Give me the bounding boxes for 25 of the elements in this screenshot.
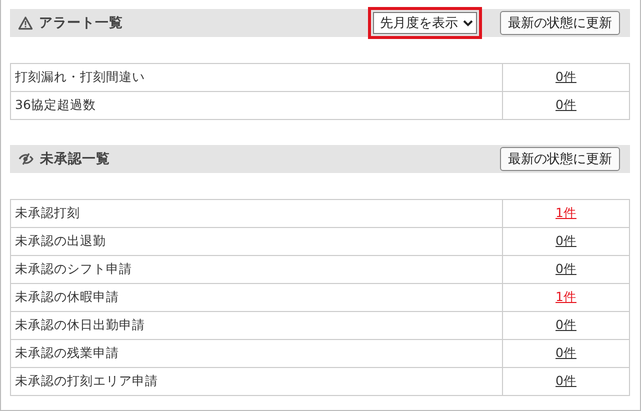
table-cell: 打刻漏れ・打刻間違い (10, 64, 502, 92)
count-link[interactable]: 0件 (556, 233, 576, 248)
count-link[interactable]: 0件 (556, 261, 576, 276)
table-cell: 未承認の打刻エリア申請 (10, 368, 502, 396)
count-link[interactable]: 0件 (556, 317, 576, 332)
count-link[interactable]: 0件 (556, 373, 576, 388)
section-title: アラート一覧 (39, 14, 123, 32)
eye-slash-icon (18, 152, 34, 166)
section-title: 未承認一覧 (40, 150, 110, 168)
count-link[interactable]: 1件 (556, 289, 576, 304)
warning-icon (18, 16, 33, 30)
table-cell: 未承認の出退勤 (10, 228, 502, 256)
table-cell: 未承認の休暇申請 (10, 284, 502, 312)
table-cell: 未承認打刻 (10, 200, 502, 228)
table-cell: 36協定超過数 (10, 92, 502, 120)
period-dropdown[interactable]: 先月度を表示 (373, 12, 477, 34)
count-link[interactable]: 0件 (556, 97, 576, 112)
table-cell: 未承認の休日出勤申請 (10, 312, 502, 340)
count-link[interactable]: 0件 (556, 345, 576, 360)
count-link[interactable]: 1件 (556, 205, 576, 220)
refresh-button[interactable]: 最新の状態に更新 (500, 147, 620, 171)
table-cell: 未承認のシフト申請 (10, 256, 502, 284)
count-link[interactable]: 0件 (556, 69, 576, 84)
refresh-button[interactable]: 最新の状態に更新 (500, 11, 620, 35)
table-cell: 未承認の残業申請 (10, 340, 502, 368)
